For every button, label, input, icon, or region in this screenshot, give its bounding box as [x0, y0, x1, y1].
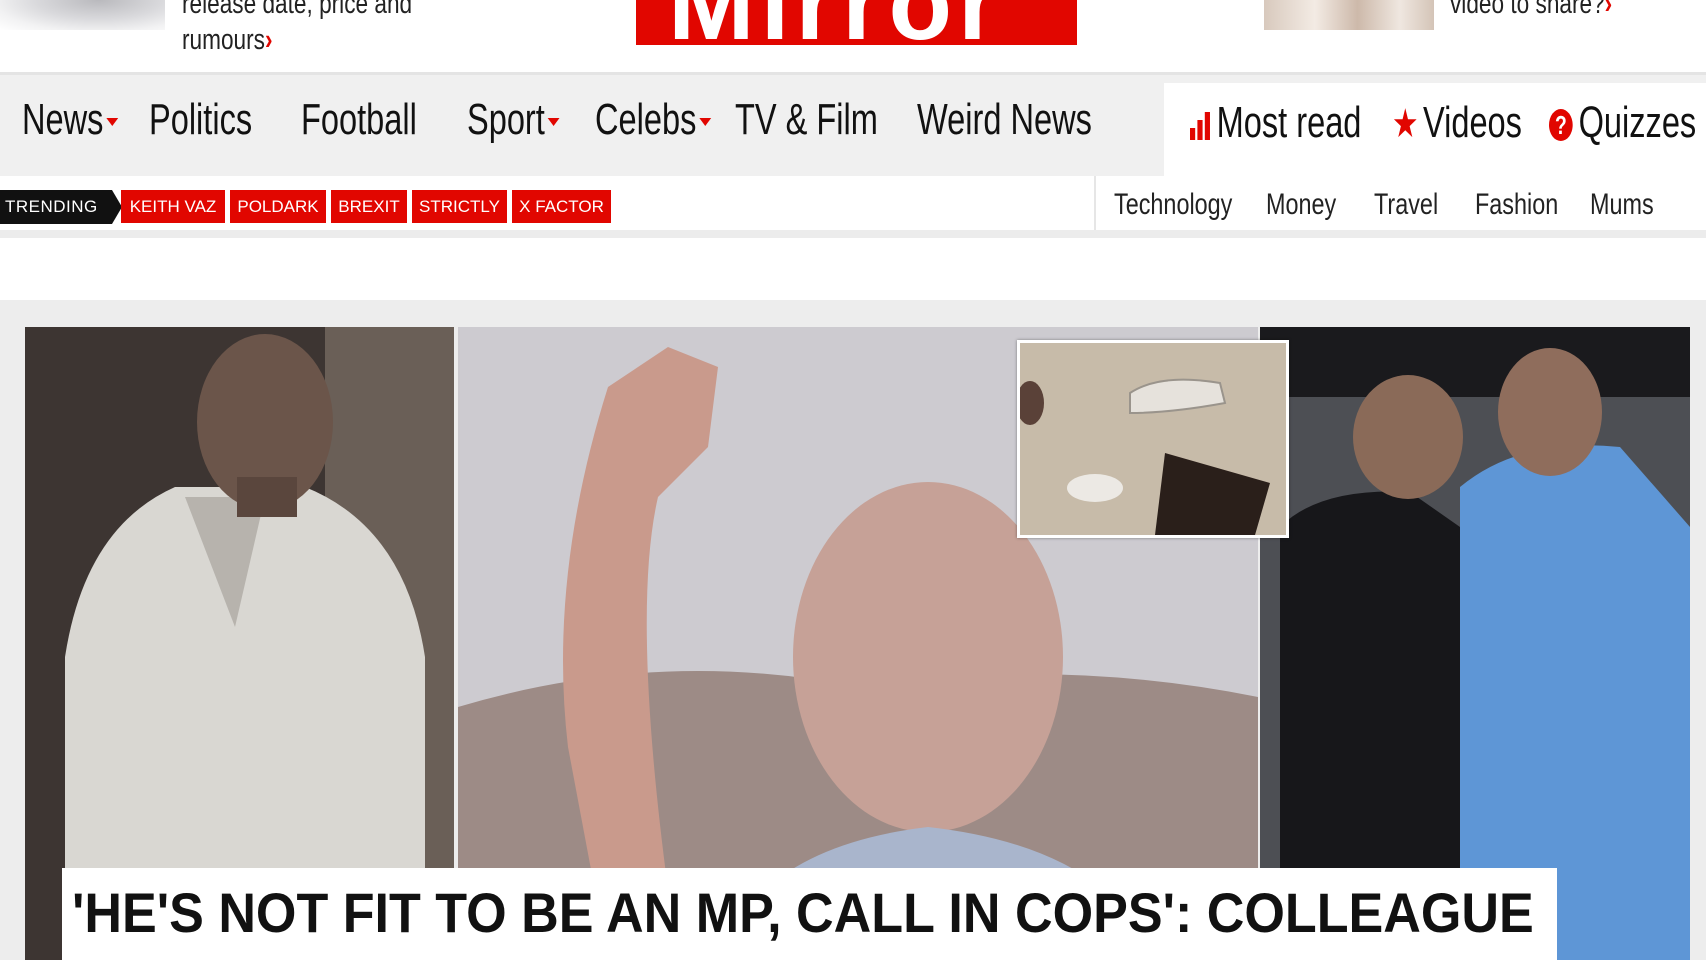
nav-item-label: Football [301, 95, 417, 144]
nav-item-sport[interactable]: Sport [467, 97, 560, 143]
nav-item-celebs[interactable]: Celebs [595, 95, 712, 144]
trending-tag-keith-vaz[interactable]: KEITH VAZ [121, 190, 225, 223]
chevron-right-icon: › [1604, 0, 1613, 20]
hero-inset-photo[interactable] [1016, 340, 1289, 538]
quizzes-label: Quizzes [1578, 98, 1697, 147]
hero-photo-left[interactable] [25, 327, 454, 960]
videos-link[interactable]: ★ Videos [1392, 99, 1522, 147]
sub-nav-money[interactable]: Money [1266, 188, 1336, 222]
trending-tag-x-factor[interactable]: X FACTOR [512, 190, 611, 223]
logo-text: Mirror [668, 0, 1004, 45]
most-read-link[interactable]: Most read [1190, 99, 1361, 147]
chevron-right-icon: › [264, 24, 273, 56]
bar-chart-icon [1190, 110, 1212, 141]
most-read-label: Most read [1216, 98, 1362, 147]
videos-label: Videos [1422, 98, 1522, 147]
nav-item-label: News [22, 95, 104, 144]
trending-bar: TRENDING KEITH VAZ POLDARK BREXIT STRICT… [0, 176, 1706, 238]
nav-item-label: Celebs [595, 95, 697, 144]
trending-tag-brexit[interactable]: BREXIT [331, 190, 407, 223]
hero-headline-box[interactable]: 'HE'S NOT FIT TO BE AN MP, CALL IN COPS'… [62, 868, 1557, 960]
nav-item-label: Weird News [917, 95, 1092, 144]
promo-left-link[interactable]: release date, price and rumours› [182, 0, 416, 58]
trending-tag-strictly[interactable]: STRICTLY [412, 190, 507, 223]
nav-item-news[interactable]: News [22, 95, 119, 144]
nav-item-weird-news[interactable]: Weird News [917, 97, 1092, 143]
hero-photo-right-art [1260, 327, 1690, 960]
nav-right-group: Most read ★ Videos ? Quizzes [1164, 83, 1706, 179]
dropdown-caret-icon [547, 118, 560, 127]
sub-nav-technology[interactable]: Technology [1114, 188, 1232, 222]
question-icon: ? [1549, 109, 1573, 142]
trending-tag-poldark[interactable]: POLDARK [230, 190, 326, 223]
promo-right-thumbnail[interactable] [1264, 0, 1434, 30]
nav-item-politics[interactable]: Politics [149, 97, 252, 143]
top-promo-strip: release date, price and rumours› Mirror … [0, 0, 1706, 72]
dropdown-caret-icon [106, 118, 119, 127]
hero-headline[interactable]: 'HE'S NOT FIT TO BE AN MP, CALL IN COPS'… [72, 878, 1534, 948]
promo-left-line1: release date, price and [182, 0, 413, 20]
nav-item-label: Politics [149, 95, 253, 144]
promo-right-link[interactable]: video to share?› [1450, 0, 1612, 22]
nav-item-tv-film[interactable]: TV & Film [735, 97, 878, 143]
quizzes-link[interactable]: ? Quizzes [1549, 99, 1696, 147]
hero-photo-right[interactable] [1260, 327, 1690, 960]
sub-nav-mums[interactable]: Mums [1590, 188, 1654, 222]
secondary-nav: Technology Money Travel Fashion Mums [1094, 176, 1706, 230]
primary-nav: News Politics Football Sport Celebs TV &… [0, 72, 1706, 179]
nav-item-label: Sport [467, 95, 545, 144]
sub-nav-fashion[interactable]: Fashion [1475, 188, 1558, 222]
site-logo[interactable]: Mirror [636, 0, 1077, 45]
hero-photo-left-art [25, 327, 454, 960]
dropdown-caret-icon [699, 118, 712, 127]
hero-inset-photo-art [1016, 343, 1286, 535]
trending-label: TRENDING [0, 190, 122, 224]
promo-left-thumbnail[interactable] [0, 0, 165, 30]
star-icon: ★ [1392, 102, 1419, 146]
sub-nav-travel[interactable]: Travel [1374, 188, 1438, 222]
promo-right-label: video to share? [1450, 0, 1605, 20]
nav-item-football[interactable]: Football [301, 97, 417, 143]
promo-left-line2: rumours [182, 24, 265, 56]
nav-item-label: TV & Film [735, 95, 878, 144]
